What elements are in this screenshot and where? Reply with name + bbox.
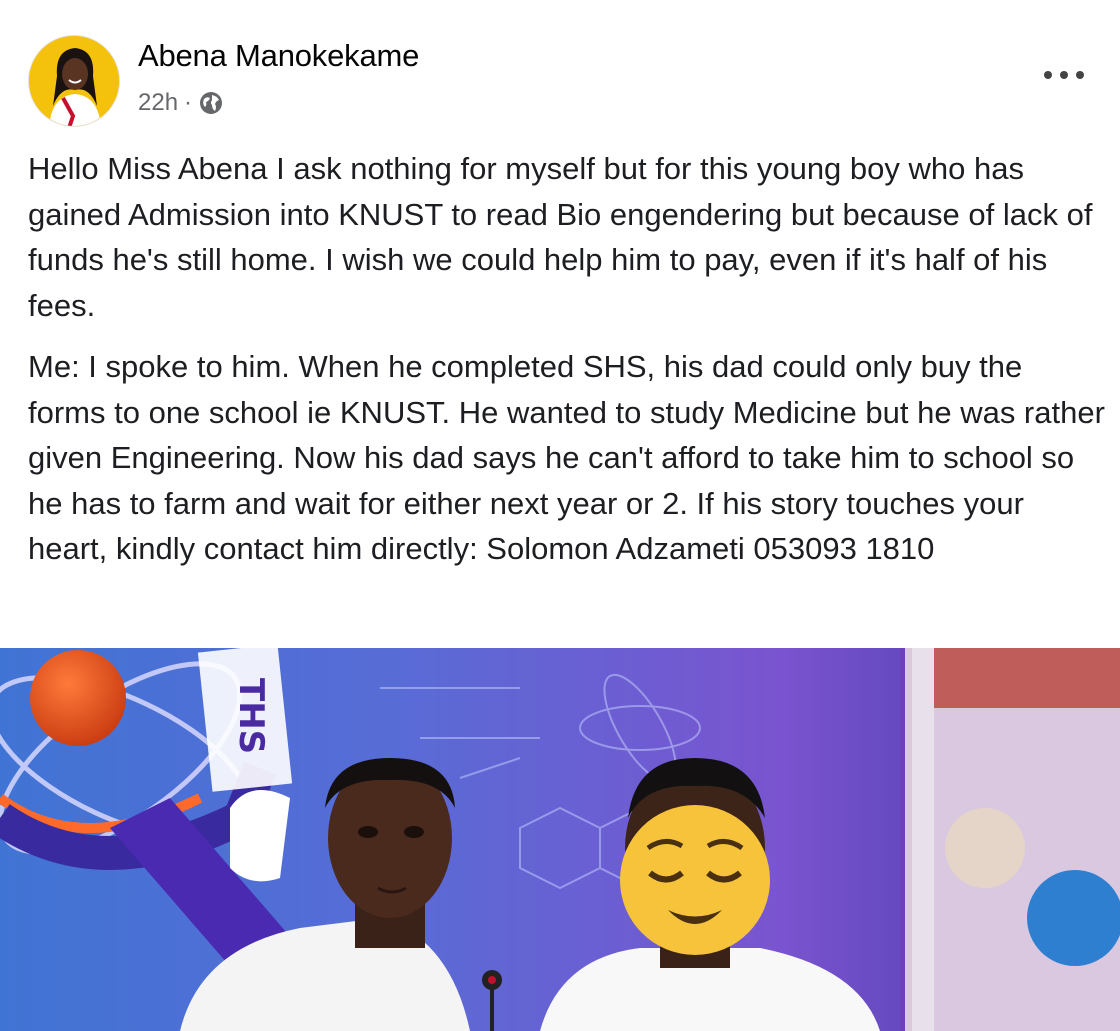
avatar-image — [29, 36, 119, 126]
meta-separator: · — [184, 89, 193, 116]
dot — [1076, 71, 1084, 79]
author-name[interactable]: Abena Manokekame — [138, 38, 419, 74]
post-paragraph-2: Me: I spoke to him. When he completed SH… — [28, 349, 1105, 566]
post-meta: 22h · — [138, 88, 224, 118]
post-timestamp[interactable]: 22h — [138, 89, 178, 117]
dot — [1060, 71, 1068, 79]
photo-image: THS — [0, 648, 1120, 1031]
author-avatar[interactable] — [28, 35, 120, 127]
relieved-face-emoji-icon — [620, 805, 770, 955]
more-dots-icon[interactable] — [1044, 62, 1084, 88]
facebook-post: Abena Manokekame 22h · Hello Miss Abena … — [0, 0, 1120, 1031]
post-paragraph-1: Hello Miss Abena I ask nothing for mysel… — [28, 151, 1093, 323]
post-header: Abena Manokekame 22h · — [0, 0, 1120, 140]
post-text: Hello Miss Abena I ask nothing for mysel… — [28, 146, 1108, 572]
globe-icon[interactable] — [198, 90, 224, 116]
post-photo[interactable]: THS — [0, 648, 1120, 1031]
banner-text: THS — [231, 678, 271, 754]
dot — [1044, 71, 1052, 79]
